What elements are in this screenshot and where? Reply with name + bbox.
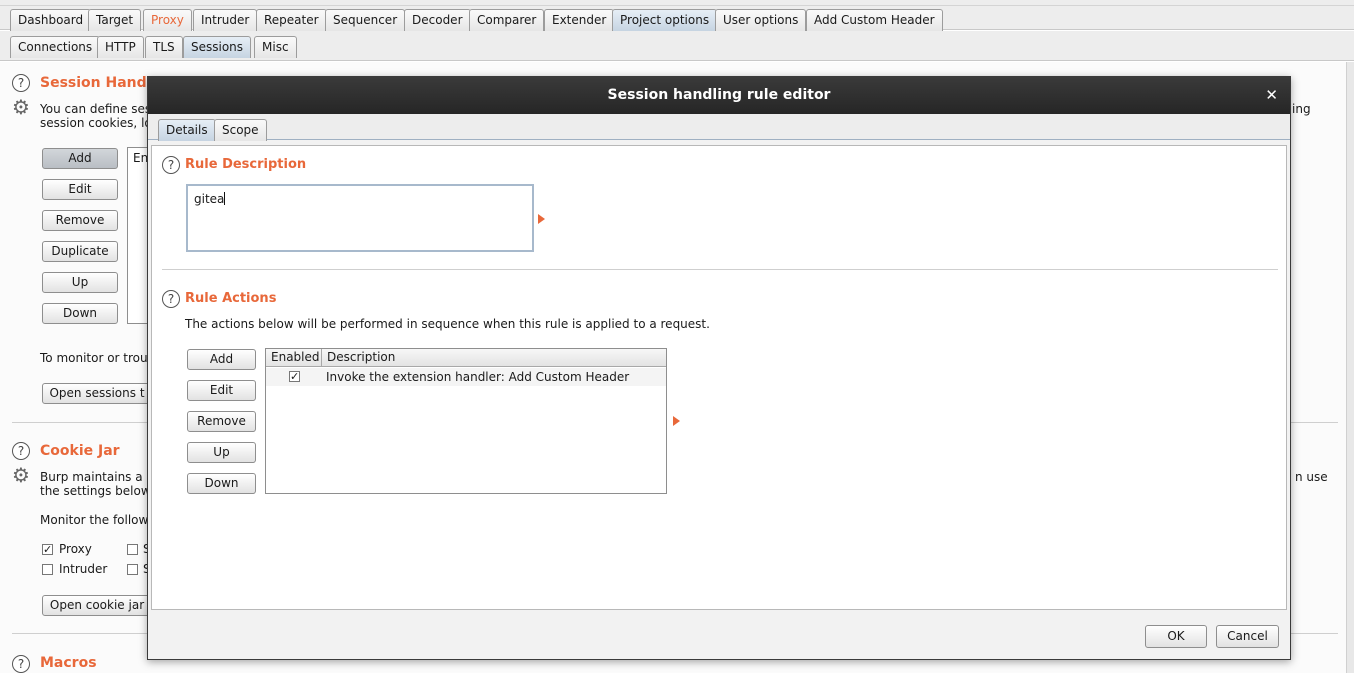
subtab-connections[interactable]: Connections — [10, 36, 101, 58]
rule-actions-table[interactable]: Enabled Description ✓ Invoke the extensi… — [265, 348, 667, 494]
scanner-checkbox[interactable] — [127, 544, 138, 555]
rules-up-button[interactable]: Up — [42, 272, 118, 293]
macros-title: Macros — [40, 655, 97, 671]
details-panel: ? Rule Description gitea ? Rule Actions … — [151, 145, 1287, 610]
cookie-jar-desc-1: Burp maintains a c — [40, 470, 154, 484]
help-icon[interactable]: ? — [12, 442, 30, 460]
cookie-jar-title: Cookie Jar — [40, 443, 120, 459]
rules-table-header: En — [133, 151, 149, 165]
main-tab-bar: Dashboard Target Proxy Intruder Repeater… — [0, 6, 1354, 31]
column-header-description[interactable]: Description — [322, 349, 666, 366]
action-add-button[interactable]: Add — [187, 349, 256, 370]
arrow-right-icon — [538, 214, 545, 224]
cookie-jar-desc-2: the settings below — [40, 484, 151, 498]
intruder-checkbox-label: Intruder — [59, 562, 108, 576]
subtab-misc[interactable]: Misc — [254, 36, 297, 58]
rules-remove-button[interactable]: Remove — [42, 210, 118, 231]
proxy-checkbox[interactable]: ✓ — [42, 544, 53, 555]
tab-proxy[interactable]: Proxy — [143, 9, 192, 31]
dialog-tab-bar: Details Scope — [148, 114, 1290, 141]
rules-down-button[interactable]: Down — [42, 303, 118, 324]
table-header: Enabled Description — [266, 349, 666, 367]
open-sessions-tracer-button[interactable]: Open sessions t — [42, 383, 152, 404]
subtab-http[interactable]: HTTP — [97, 36, 144, 58]
checkbox-checked-icon[interactable]: ✓ — [289, 371, 300, 382]
session-handling-title: Session Handli — [40, 75, 157, 91]
rules-duplicate-button[interactable]: Duplicate — [42, 241, 118, 262]
action-up-button[interactable]: Up — [187, 442, 256, 463]
tab-extender[interactable]: Extender — [544, 9, 615, 31]
help-icon[interactable]: ? — [12, 655, 30, 673]
arrow-right-icon — [673, 416, 680, 426]
rule-description-value: gitea — [194, 192, 225, 206]
sub-tab-bar: Connections HTTP TLS Sessions Misc — [0, 31, 1354, 61]
ok-button[interactable]: OK — [1145, 625, 1207, 648]
rule-actions-description: The actions below will be performed in s… — [185, 317, 710, 331]
rule-description-input[interactable]: gitea — [186, 184, 534, 252]
gear-icon[interactable]: ⚙ — [11, 97, 31, 117]
action-remove-button[interactable]: Remove — [187, 411, 256, 432]
open-cookie-jar-button[interactable]: Open cookie jar — [42, 595, 152, 616]
section-divider — [162, 269, 1278, 270]
rules-edit-button[interactable]: Edit — [42, 179, 118, 200]
dialog-title: Session handling rule editor — [148, 77, 1290, 114]
cookie-jar-desc-1-right: n use — [1295, 470, 1328, 484]
sequencer-checkbox[interactable] — [127, 564, 138, 575]
tab-add-custom-header[interactable]: Add Custom Header — [806, 9, 943, 31]
text-caret — [224, 192, 226, 205]
cancel-button[interactable]: Cancel — [1216, 625, 1279, 648]
dialog-tab-details[interactable]: Details — [158, 119, 216, 141]
column-header-enabled[interactable]: Enabled — [266, 349, 322, 366]
tab-intruder[interactable]: Intruder — [193, 9, 258, 31]
rule-actions-title: Rule Actions — [185, 291, 277, 306]
cookie-jar-monitor-text: Monitor the followir — [40, 513, 157, 527]
monitor-text: To monitor or troul — [40, 351, 151, 365]
tab-decoder[interactable]: Decoder — [404, 9, 471, 31]
help-icon[interactable]: ? — [162, 290, 180, 308]
close-icon[interactable]: ✕ — [1265, 77, 1278, 114]
subtab-sessions[interactable]: Sessions — [183, 36, 252, 58]
subtab-tls[interactable]: TLS — [145, 36, 183, 58]
action-down-button[interactable]: Down — [187, 473, 256, 494]
tab-dashboard[interactable]: Dashboard — [10, 9, 92, 31]
table-row[interactable]: ✓ Invoke the extension handler: Add Cust… — [266, 368, 666, 386]
gear-icon[interactable]: ⚙ — [11, 465, 31, 485]
tab-project-options[interactable]: Project options — [612, 9, 718, 31]
action-edit-button[interactable]: Edit — [187, 380, 256, 401]
session-handling-desc-1: You can define ses — [40, 102, 152, 116]
action-description-cell: Invoke the extension handler: Add Custom… — [326, 370, 630, 384]
tab-target[interactable]: Target — [88, 9, 142, 31]
tab-comparer[interactable]: Comparer — [469, 9, 545, 31]
tab-user-options[interactable]: User options — [715, 9, 807, 31]
rules-add-button[interactable]: Add — [42, 148, 118, 169]
rule-description-title: Rule Description — [185, 157, 307, 172]
intruder-checkbox[interactable] — [42, 564, 53, 575]
session-handling-desc-2: session cookies, lo — [40, 116, 152, 130]
proxy-checkbox-label: Proxy — [59, 542, 92, 556]
session-rule-editor-dialog: Session handling rule editor ✕ Details S… — [147, 76, 1291, 660]
session-handling-desc-1-right: ing — [1292, 102, 1311, 116]
main-scrollbar[interactable] — [1346, 62, 1354, 673]
help-icon[interactable]: ? — [162, 156, 180, 174]
tab-repeater[interactable]: Repeater — [256, 9, 327, 31]
tab-sequencer[interactable]: Sequencer — [325, 9, 406, 31]
help-icon[interactable]: ? — [12, 74, 30, 92]
dialog-tab-scope[interactable]: Scope — [214, 119, 267, 141]
